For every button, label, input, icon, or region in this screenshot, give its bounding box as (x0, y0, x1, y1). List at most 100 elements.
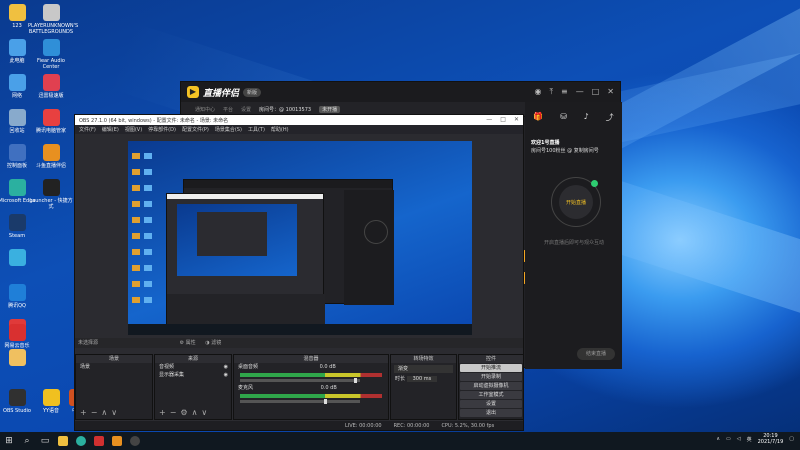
obs-menu-item[interactable]: 编辑(E) (102, 126, 119, 133)
exit-button[interactable]: 退出 (460, 409, 522, 417)
mixer-title: 混音器 (234, 355, 388, 363)
bell-icon[interactable]: ♪ (584, 112, 589, 123)
taskbar: ⊞ ⌕ ▭ ∧ ▭ ◁ 英 20:19 2021/7/19 ▢ (0, 432, 800, 450)
maximize-icon[interactable]: □ (500, 116, 506, 123)
notification-icon[interactable]: ▢ (789, 436, 794, 442)
version-pill[interactable]: 新版 (243, 87, 262, 97)
desktop-icon-label: 回收站 (9, 128, 25, 134)
source-item[interactable]: 音视频 ◉ (155, 363, 231, 371)
duration-input[interactable]: 300 ms (406, 376, 438, 382)
explorer-icon[interactable] (54, 432, 72, 450)
tab-1[interactable]: 平台 (223, 106, 233, 113)
filters-button[interactable]: ◑ 滤镜 (205, 340, 221, 346)
task-view-icon[interactable]: ▭ (36, 432, 54, 450)
obs-window[interactable]: OBS 27.1.0 (64 bit, windows) - 配置文件: 未命名… (74, 114, 524, 431)
chevron-up-icon[interactable]: ∧ (716, 436, 720, 442)
app-icon (42, 144, 60, 161)
desktop-icon-label: 腾讯QQ (8, 303, 26, 309)
search-icon[interactable]: ⌕ (18, 432, 36, 450)
tab-2[interactable]: 设置 (241, 106, 251, 113)
preview-desktop-capture (128, 141, 472, 335)
live-app-taskbar-icon[interactable] (90, 432, 108, 450)
scenes-footer[interactable]: +−∧∨ (80, 408, 121, 417)
obs-menu-item[interactable]: 文件(F) (79, 126, 96, 133)
volume-icon[interactable]: ◁ (737, 436, 741, 442)
obs-taskbar-icon[interactable] (126, 432, 144, 450)
gift-icon[interactable]: 🎁 (533, 112, 543, 123)
minimize-icon[interactable]: — (486, 116, 492, 123)
minimize-icon[interactable]: — (576, 87, 584, 97)
settings-button[interactable]: 设置 (460, 400, 522, 408)
stop-live-button[interactable]: 结束直播 (577, 348, 615, 360)
ime-icon[interactable]: 英 (747, 436, 752, 443)
studio-mode-button[interactable]: 工作室模式 (460, 391, 522, 399)
start-live-circle[interactable]: 开始直播 (551, 177, 601, 227)
obs-menu-item[interactable]: 工具(T) (248, 126, 265, 133)
room-id: 房间号：@ 10013573 (259, 106, 312, 113)
obs-menu-item[interactable]: 帮助(H) (271, 126, 289, 133)
desktop-icon-label: 控制面板 (6, 163, 27, 169)
properties-button[interactable]: ⚙ 属性 (180, 340, 196, 346)
clock[interactable]: 20:19 2021/7/19 (758, 433, 784, 445)
sources-footer[interactable]: +−⚙∧∨ (159, 408, 211, 417)
desktop: 123 PLAYERUNKNOWN'S BATTLEGROUNDS 此电脑 Fiear… (0, 0, 800, 432)
desktop-icon[interactable]: 迅雷极速版 (28, 74, 74, 99)
desktop-icon[interactable]: 腾讯电脑管家 (28, 109, 74, 134)
profile-room: 房间号100粉丝 @ 复制房间号 (531, 148, 599, 154)
mixer-dock: 混音器 桌面音频 0.0 dB 麦克风 0.0 dB (233, 354, 389, 420)
desktop-icon-label: Steam (8, 233, 26, 239)
desktop-icon[interactable]: 网易云音乐 (0, 324, 40, 349)
mixer-track-name: 麦克风 0.0 dB (238, 385, 337, 391)
cart-icon[interactable]: ⛁ (560, 112, 567, 123)
close-icon[interactable]: ✕ (607, 87, 614, 97)
edge-icon[interactable] (72, 432, 90, 450)
app-icon (42, 179, 60, 196)
nested-obs-window (166, 193, 325, 332)
desktop-icon-label: 此电脑 (9, 58, 25, 64)
obs-menu-item[interactable]: 视图(V) (125, 126, 142, 133)
desktop-icon[interactable] (0, 349, 40, 368)
desktop-icon[interactable]: 腾讯QQ (0, 284, 40, 309)
share-icon[interactable]: ⤴ (606, 112, 614, 123)
maximize-icon[interactable]: □ (592, 87, 600, 97)
desktop-icon[interactable]: Launcher - 快捷方式 (28, 179, 74, 210)
desktop-icon[interactable]: PLAYERUNKNOWN'S BATTLEGROUNDS (28, 4, 78, 35)
app-icon (8, 214, 26, 231)
close-icon[interactable]: ✕ (514, 116, 519, 123)
volume-slider[interactable] (240, 399, 360, 404)
app-icon (8, 349, 26, 366)
obs-menu-item[interactable]: 场景集合(S) (215, 126, 242, 133)
desktop-icon[interactable]: Steam (0, 214, 40, 239)
network-icon[interactable]: ▭ (726, 436, 731, 442)
volume-slider[interactable] (240, 378, 360, 383)
transition-select[interactable]: 渐变 (394, 365, 453, 373)
source-item[interactable]: 显示器采集 ◉ (155, 371, 231, 379)
tab-0[interactable]: 通知中心 (195, 106, 215, 113)
app-icon (8, 144, 26, 161)
obs-titlebar: OBS 27.1.0 (64 bit, windows) - 配置文件: 未命名… (75, 115, 523, 125)
audio-meter (240, 373, 382, 377)
eye-icon[interactable]: ◉ (224, 363, 228, 371)
desktop-icon[interactable]: Fiear Audio Center (28, 39, 74, 70)
right-toolbar: 🎁 ⛁ ♪ ⤴ (525, 102, 622, 123)
start-streaming-button[interactable]: 开始推流 (460, 364, 522, 372)
scene-item[interactable]: 场景 (76, 363, 152, 371)
desktop-icon[interactable]: 斗鱼直播伴侣 (28, 144, 74, 169)
live-logo-icon: ▶ (187, 86, 199, 98)
windows-icon[interactable]: ⊞ (0, 432, 18, 450)
virtual-camera-button[interactable]: 启动虚拟摄像机 (460, 382, 522, 390)
obs-preview[interactable] (128, 141, 472, 335)
desktop-icon[interactable] (0, 249, 40, 268)
start-recording-button[interactable]: 开始录制 (460, 373, 522, 381)
system-tray: ∧ ▭ ◁ 英 20:19 2021/7/19 ▢ (716, 433, 794, 445)
start-live-button[interactable]: 开始直播 (559, 185, 593, 219)
gift-icon[interactable]: ◉ (535, 87, 542, 97)
game-taskbar-icon[interactable] (108, 432, 126, 450)
menu-icon[interactable]: ≡ (561, 87, 568, 97)
obs-menu-item[interactable]: 配置文件(P) (182, 126, 209, 133)
obs-title: OBS 27.1.0 (64 bit, windows) - 配置文件: 未命名… (79, 117, 229, 124)
pin-icon[interactable]: ⤒ (549, 87, 553, 97)
obs-menu-item[interactable]: 停靠部件(D) (148, 126, 176, 133)
app-icon (8, 389, 26, 406)
eye-icon[interactable]: ◉ (224, 371, 228, 379)
